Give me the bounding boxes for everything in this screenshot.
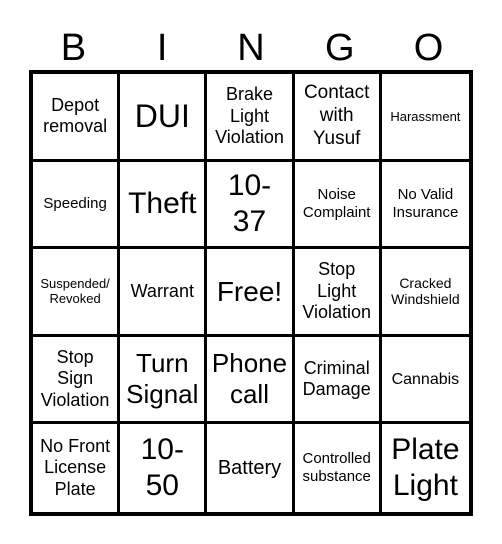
bingo-cell[interactable]: Cracked Windshield bbox=[381, 249, 469, 337]
bingo-cell[interactable]: No Front License Plate bbox=[33, 424, 121, 512]
bingo-header: BINGO bbox=[29, 26, 473, 70]
bingo-cell[interactable]: 10- 50 bbox=[120, 424, 208, 512]
bingo-cell[interactable]: 10- 37 bbox=[207, 161, 295, 250]
bingo-cell[interactable]: Plate Light bbox=[382, 424, 469, 512]
bingo-cell[interactable]: Theft bbox=[120, 161, 208, 250]
bingo-cell[interactable]: DUI bbox=[120, 74, 208, 162]
free-space-cell[interactable]: Free! bbox=[207, 249, 295, 337]
bingo-cell[interactable]: Depot removal bbox=[33, 74, 121, 162]
bingo-cell[interactable]: Battery bbox=[207, 424, 295, 512]
header-letter-o: O bbox=[413, 27, 444, 69]
bingo-cell[interactable]: Stop Light Violation bbox=[294, 249, 382, 337]
header-letter-i: I bbox=[156, 27, 168, 69]
header-letter-n: N bbox=[237, 27, 265, 69]
bingo-cell[interactable]: No Valid Insurance bbox=[381, 162, 469, 250]
bingo-cell[interactable]: Noise Complaint bbox=[294, 161, 382, 250]
bingo-cell[interactable]: Stop Sign Violation bbox=[33, 336, 121, 425]
header-letter-b: B bbox=[60, 27, 87, 69]
bingo-cell[interactable]: Cannabis bbox=[381, 337, 469, 425]
bingo-cell[interactable]: Phone call bbox=[207, 336, 295, 425]
bingo-cell[interactable]: Harassment bbox=[381, 74, 469, 162]
bingo-cell[interactable]: Suspended/ Revoked bbox=[33, 249, 121, 337]
bingo-card: Depot removal DUI Brake Light Violation Con… bbox=[29, 70, 473, 516]
bingo-cell[interactable]: Speeding bbox=[33, 161, 121, 250]
header-letter-g: G bbox=[325, 27, 355, 69]
bingo-cell[interactable]: Controlled substance bbox=[295, 424, 382, 512]
bingo-cell[interactable]: Warrant bbox=[120, 249, 208, 337]
bingo-cell[interactable]: Contact with Yusuf bbox=[294, 74, 382, 162]
bingo-cell[interactable]: Criminal Damage bbox=[294, 336, 382, 425]
bingo-cell[interactable]: Brake Light Violation bbox=[207, 74, 295, 162]
bingo-cell[interactable]: Turn Signal bbox=[120, 336, 208, 425]
